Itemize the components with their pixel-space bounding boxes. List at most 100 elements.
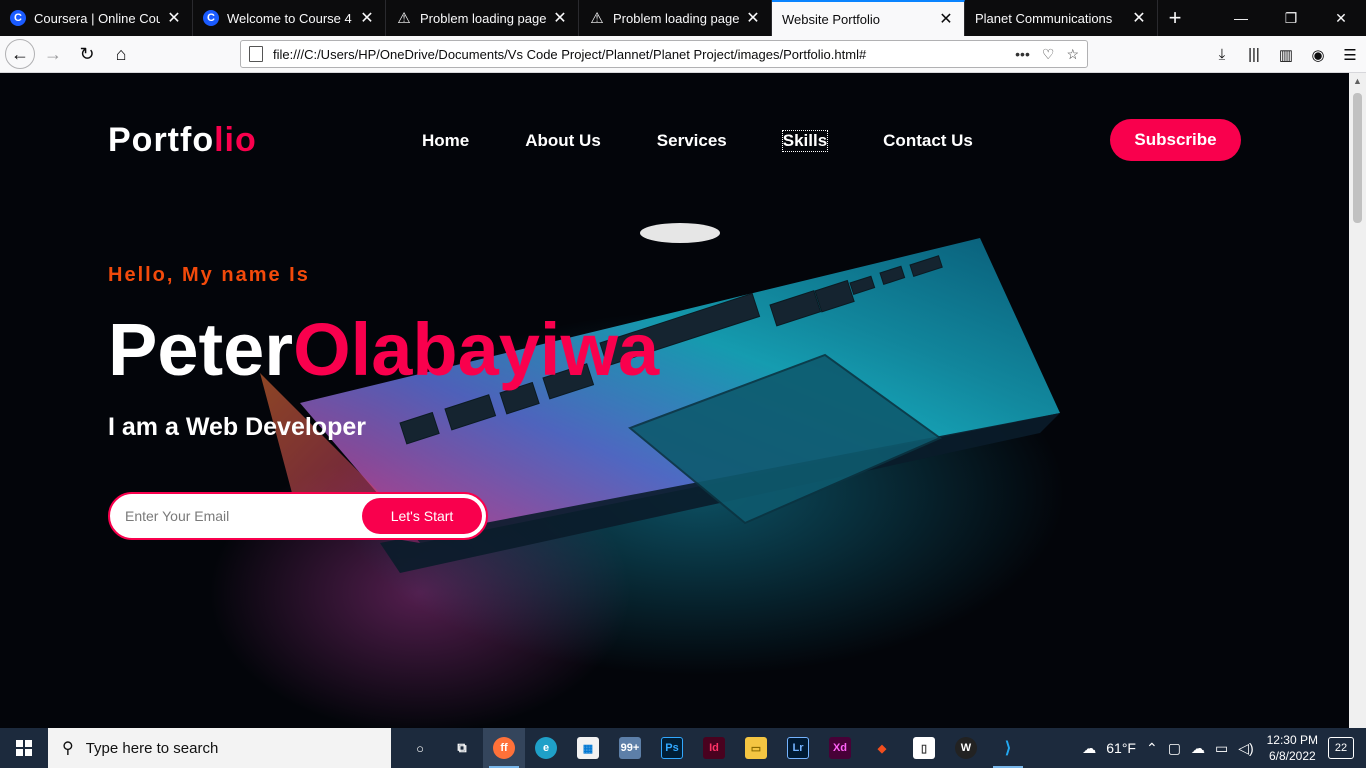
close-tab-icon[interactable]: ✕: [166, 8, 182, 28]
warning-icon: ⚠: [397, 10, 411, 27]
windows-logo-icon: [16, 740, 32, 756]
close-tab-icon[interactable]: ✕: [938, 9, 954, 29]
logo-main: Portfo: [108, 121, 215, 159]
nav-about-us[interactable]: About Us: [525, 131, 601, 151]
last-name: Olabayiwa: [293, 308, 660, 391]
tab-welcome-course[interactable]: C Welcome to Course 4 | C ✕: [193, 0, 386, 36]
hero-name: PeterOlabayiwa: [108, 305, 659, 395]
indesign-icon[interactable]: Id: [693, 728, 735, 768]
bookmark-star-icon[interactable]: ☆: [1066, 46, 1079, 63]
tab-website-portfolio[interactable]: Website Portfolio ✕: [772, 0, 965, 36]
new-tab-button[interactable]: +: [1158, 0, 1192, 36]
sidebar-icon[interactable]: ▥: [1270, 46, 1302, 64]
coursera-icon: C: [203, 10, 219, 26]
figma-icon[interactable]: ◆: [861, 728, 903, 768]
volume-icon[interactable]: ◁): [1238, 740, 1253, 757]
toolbar-right: ⤓ ||| ▥ ◉ ☰: [1206, 36, 1366, 73]
tab-strip: C Coursera | Online Courses ✕ C Welcome …: [0, 0, 1366, 36]
start-button[interactable]: [0, 728, 48, 768]
xd-icon[interactable]: Xd: [819, 728, 861, 768]
library-icon[interactable]: |||: [1238, 46, 1270, 63]
more-actions-icon[interactable]: •••: [1015, 46, 1030, 62]
page-icon: [249, 46, 263, 62]
site-logo[interactable]: Portfolio: [108, 121, 257, 160]
nav-services[interactable]: Services: [657, 131, 727, 151]
tab-problem-loading-1[interactable]: ⚠ Problem loading page ✕: [386, 0, 579, 36]
store-icon[interactable]: ▦: [567, 728, 609, 768]
coursera-icon: C: [10, 10, 26, 26]
task-view-icon[interactable]: ⧉: [441, 728, 483, 768]
edge-icon[interactable]: e: [525, 728, 567, 768]
tab-title: Problem loading page: [420, 10, 546, 26]
first-name: Peter: [108, 308, 294, 391]
tab-title: Problem loading page: [613, 10, 739, 26]
clock[interactable]: 12:30 PM 6/8/2022: [1267, 732, 1318, 764]
tab-title: Coursera | Online Courses: [34, 10, 160, 26]
subscribe-button[interactable]: Subscribe: [1110, 119, 1241, 161]
onedrive-icon[interactable]: ☁: [1191, 740, 1205, 757]
close-tab-icon[interactable]: ✕: [359, 8, 375, 28]
windows-taskbar: ⚲ Type here to search ○ ⧉ ff e ▦ 99+ Ps …: [0, 728, 1366, 768]
downloads-icon[interactable]: ⤓: [1206, 46, 1238, 63]
notification-center-icon[interactable]: 22: [1328, 737, 1354, 759]
close-window-icon[interactable]: ✕: [1316, 0, 1366, 36]
weather-temp[interactable]: 61°F: [1106, 740, 1136, 756]
logo-accent: lio: [214, 121, 257, 159]
page-scrollbar[interactable]: ▲: [1349, 73, 1366, 728]
tab-title: Website Portfolio: [782, 11, 881, 27]
search-icon: ⚲: [62, 740, 74, 757]
role-text: I am a Web Developer: [108, 413, 366, 441]
photoshop-icon[interactable]: Ps: [651, 728, 693, 768]
notepad-icon[interactable]: ▯: [903, 728, 945, 768]
warning-icon: ⚠: [590, 10, 604, 27]
pocket-icon[interactable]: ♡: [1042, 46, 1055, 63]
forward-button[interactable]: →: [37, 38, 69, 70]
email-form: Enter Your Email Let's Start: [108, 492, 488, 540]
firefox-icon[interactable]: ff: [483, 728, 525, 768]
lightroom-icon[interactable]: Lr: [777, 728, 819, 768]
home-button[interactable]: ⌂: [105, 38, 137, 70]
email-input[interactable]: Enter Your Email: [125, 508, 362, 524]
search-placeholder: Type here to search: [85, 739, 219, 757]
back-button[interactable]: ←: [5, 39, 35, 69]
page-viewport: Portfolio Home About Us Services Skills …: [0, 73, 1349, 728]
reload-button[interactable]: ↻: [71, 38, 103, 70]
vscode-icon[interactable]: ⟩: [987, 728, 1029, 768]
battery-icon[interactable]: ▭: [1215, 740, 1228, 757]
scroll-up-icon[interactable]: ▲: [1349, 73, 1366, 90]
lets-start-button[interactable]: Let's Start: [362, 498, 482, 534]
nav-contact-us[interactable]: Contact Us: [883, 131, 973, 151]
nav-skills[interactable]: Skills: [781, 130, 829, 152]
tab-coursera[interactable]: C Coursera | Online Courses ✕: [0, 0, 193, 36]
hello-text: Hello, My name Is: [108, 264, 310, 286]
site-nav: Home About Us Services Skills Contact Us: [422, 130, 1029, 152]
cortana-icon[interactable]: ○: [399, 728, 441, 768]
navigation-toolbar: ← → ↻ ⌂ file:///C:/Users/HP/OneDrive/Doc…: [0, 36, 1366, 73]
file-explorer-icon[interactable]: ▭: [735, 728, 777, 768]
minimize-icon[interactable]: —: [1216, 0, 1266, 36]
taskbar-search[interactable]: ⚲ Type here to search: [48, 728, 391, 768]
close-tab-icon[interactable]: ✕: [1131, 8, 1147, 28]
taskbar-apps: ○ ⧉ ff e ▦ 99+ Ps Id ▭ Lr Xd ◆ ▯ W ⟩: [399, 728, 1029, 768]
tab-problem-loading-2[interactable]: ⚠ Problem loading page ✕: [579, 0, 772, 36]
weather-icon[interactable]: ☁: [1082, 740, 1096, 757]
restore-icon[interactable]: ❐: [1266, 0, 1316, 36]
wamp-icon[interactable]: W: [945, 728, 987, 768]
meet-icon[interactable]: ▢: [1168, 740, 1181, 757]
clock-date: 6/8/2022: [1268, 749, 1316, 763]
nav-home[interactable]: Home: [422, 131, 469, 151]
url-text[interactable]: file:///C:/Users/HP/OneDrive/Documents/V…: [273, 47, 1003, 62]
system-tray: ☁ 61°F ⌃ ▢ ☁ ▭ ◁) 12:30 PM 6/8/2022 22: [1077, 728, 1366, 768]
laptop-background-image: [260, 223, 1060, 573]
scroll-thumb[interactable]: [1353, 93, 1362, 223]
tab-title: Planet Communications: [975, 10, 1113, 26]
menu-icon[interactable]: ☰: [1334, 46, 1366, 64]
tab-planet-communications[interactable]: Planet Communications ✕: [965, 0, 1158, 36]
close-tab-icon[interactable]: ✕: [745, 8, 761, 28]
mail-icon[interactable]: 99+: [609, 728, 651, 768]
close-tab-icon[interactable]: ✕: [552, 8, 568, 28]
address-bar[interactable]: file:///C:/Users/HP/OneDrive/Documents/V…: [240, 40, 1088, 68]
show-hidden-icons[interactable]: ⌃: [1146, 740, 1158, 757]
tab-title: Welcome to Course 4 | C: [227, 10, 353, 26]
account-icon[interactable]: ◉: [1302, 46, 1334, 64]
